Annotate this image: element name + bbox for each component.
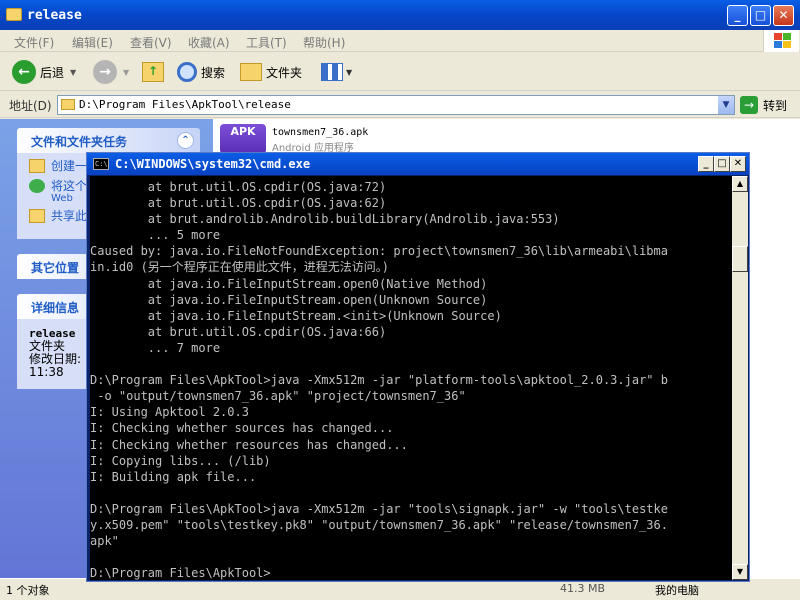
console-line: -o "output/townsmen7_36.apk" "project/to… [90,389,466,404]
apk-file-icon: APK [220,124,266,154]
new-folder-icon [29,159,45,173]
cmd-minimize-button[interactable]: _ [698,156,714,172]
go-arrow-icon: → [740,96,758,114]
windows-logo-icon [763,30,799,52]
close-button[interactable]: ✕ [773,5,794,26]
toolbar: ← 后退 ▼ → ▼ ↑ 搜索 文件夹 ▼ [0,53,800,91]
scroll-down-icon[interactable]: ▼ [732,564,748,580]
cmd-window[interactable]: C:\ C:\WINDOWS\system32\cmd.exe _ □ ✕ at… [86,152,750,582]
menu-view[interactable]: 查看(V) [130,34,172,51]
chevron-down-icon: ▼ [346,67,353,77]
chevron-down-icon: ▼ [70,67,77,77]
back-arrow-icon: ← [12,60,36,84]
file-name: townsmen7_36.apk [272,127,369,138]
explorer-title-bar[interactable]: release _ □ ✕ [0,0,800,30]
scroll-thumb[interactable] [732,246,748,272]
cmd-scrollbar[interactable]: ▲ ▼ [732,176,748,580]
views-button[interactable]: ▼ [321,59,352,85]
cmd-icon: C:\ [93,158,109,170]
address-label: 地址(D) [9,99,52,113]
console-line: at brut.util.OS.cpdir(OS.java:72) [90,180,387,194]
address-value: D:\Program Files\ApkTool\release [79,98,291,111]
console-line: I: Checking whether sources has changed.… [90,421,394,436]
folder-icon [6,8,22,21]
chevron-down-icon[interactable]: ▼ [718,96,734,114]
back-button[interactable]: ← 后退 ▼ [12,59,76,85]
console-line: at java.io.FileInputStream.open(Unknown … [90,292,488,307]
menu-edit[interactable]: 编辑(E) [72,34,113,51]
console-line: at brut.util.OS.cpdir(OS.java:62) [90,196,387,211]
console-line: at java.io.FileInputStream.<init>(Unknow… [90,308,502,323]
up-folder-button[interactable]: ↑ [142,59,164,85]
cmd-close-button[interactable]: ✕ [730,156,746,172]
console-line: apk" [90,534,119,549]
console-line: Caused by: java.io.FileNotFoundException… [90,244,668,259]
console-line: D:\Program Files\ApkTool> [90,566,271,580]
console-line: at java.io.FileInputStream.open0(Native … [90,276,488,291]
console-line: ... 5 more [90,228,221,243]
menu-tools[interactable]: 工具(T) [246,34,287,51]
scroll-up-icon[interactable]: ▲ [732,176,748,192]
address-bar: 地址(D) D:\Program Files\ApkTool\release ▼… [0,92,800,118]
folder-icon [61,99,75,110]
console-line: D:\Program Files\ApkTool>java -Xmx512m -… [90,373,668,388]
window-title: release [27,8,82,23]
console-line: I: Building apk file... [90,469,257,484]
minimize-button[interactable]: _ [727,5,748,26]
globe-icon [29,179,45,193]
console-line: I: Copying libs... (/lib) [90,453,271,468]
chevron-down-icon: ▼ [123,67,130,77]
console-line: ... 7 more [90,340,221,355]
address-input[interactable]: D:\Program Files\ApkTool\release ▼ [57,95,735,115]
views-icon [321,63,343,81]
forward-button[interactable]: → ▼ [93,59,129,85]
console-line: D:\Program Files\ApkTool>java -Xmx512m -… [90,501,668,516]
console-line: I: Checking whether resources has change… [90,437,408,452]
console-line: y.x509.pem" "tools\testkey.pk8" "output/… [90,517,668,532]
status-size: 41.3 MB [560,582,606,595]
folders-icon [240,63,262,81]
console-line: I: Using Apktool 2.0.3 [90,405,249,420]
menu-favorites[interactable]: 收藏(A) [188,34,230,51]
cmd-title: C:\WINDOWS\system32\cmd.exe [115,157,311,171]
maximize-button[interactable]: □ [750,5,771,26]
folders-button[interactable]: 文件夹 [240,59,302,85]
forward-arrow-icon: → [93,60,117,84]
menu-bar: 文件(F) 编辑(E) 查看(V) 收藏(A) 工具(T) 帮助(H) [0,30,800,52]
search-icon [177,62,197,82]
cmd-maximize-button[interactable]: □ [714,156,730,172]
cmd-title-bar[interactable]: C:\ C:\WINDOWS\system32\cmd.exe _ □ ✕ [87,153,749,175]
collapse-icon[interactable]: ⌃ [177,132,194,149]
search-button[interactable]: 搜索 [177,59,225,85]
console-line: at brut.androlib.Androlib.buildLibrary(A… [90,212,560,227]
console-line: in.id0 (另一个程序正在使用此文件，进程无法访问。) [90,260,390,275]
share-folder-icon [29,209,45,223]
status-object-count: 1 个对象 [6,584,50,597]
file-tasks-header[interactable]: 文件和文件夹任务 ⌃ [17,128,200,153]
status-location: 我的电脑 [655,584,699,597]
menu-file[interactable]: 文件(F) [14,34,54,51]
console-output[interactable]: at brut.util.OS.cpdir(OS.java:72) at bru… [90,176,732,580]
console-line: at brut.util.OS.cpdir(OS.java:66) [90,324,387,339]
menu-help[interactable]: 帮助(H) [303,34,345,51]
go-button[interactable]: → 转到 [740,96,787,114]
up-folder-icon: ↑ [142,62,164,82]
